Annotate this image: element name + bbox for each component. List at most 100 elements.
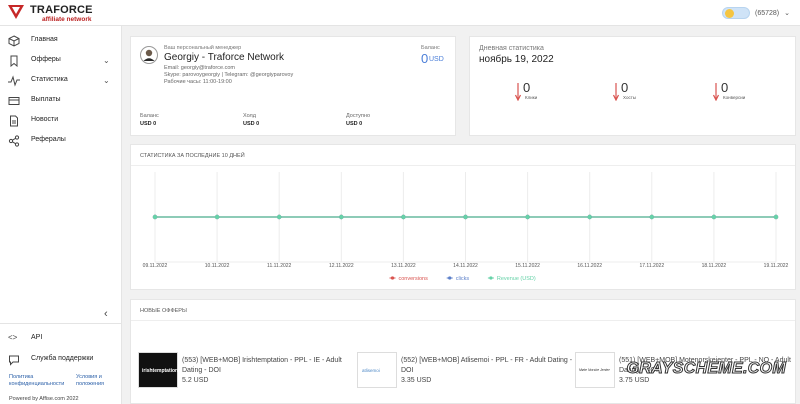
traforce-logo-icon bbox=[8, 5, 24, 19]
data-point bbox=[339, 214, 344, 220]
data-point bbox=[525, 214, 530, 220]
offer-thumbnail: atlisemoi bbox=[357, 352, 397, 388]
user-menu[interactable]: (65728) ⌄ bbox=[721, 6, 790, 20]
offer-name[interactable]: (552) [WEB+MOB] Atlisemoi - PPL - FR - A… bbox=[401, 356, 573, 376]
bookmark-icon bbox=[10, 55, 18, 67]
brand-logo[interactable]: TRAFORCE affiliate network bbox=[6, 2, 102, 24]
offer-price: 5.2 USD bbox=[182, 377, 209, 384]
manager-hours: Рабочие часы: 11:00-19:00 bbox=[164, 79, 232, 85]
chevron-down-icon: ⌄ bbox=[784, 10, 790, 17]
support-label: Служба поддержки bbox=[31, 355, 94, 362]
sidebar-item-label: Офферы bbox=[31, 56, 61, 63]
x-tick-label: 09.11.2022 bbox=[143, 263, 168, 269]
x-tick-label: 10.11.2022 bbox=[205, 263, 230, 269]
privacy-policy-line1: Политика bbox=[9, 374, 34, 380]
privacy-policy-link[interactable]: Политика конфиденциальности bbox=[9, 374, 64, 388]
offer-name[interactable]: (553) [WEB+MOB] Irishtemptation - PPL - … bbox=[182, 356, 354, 376]
chat-icon bbox=[9, 355, 19, 366]
cube-icon bbox=[8, 35, 20, 47]
divider bbox=[131, 320, 795, 321]
data-point bbox=[711, 214, 717, 220]
sidebar-item-offers[interactable]: Офферы ⌄ bbox=[0, 52, 122, 70]
arrow-down-icon bbox=[515, 83, 521, 101]
legend-marker bbox=[390, 276, 395, 280]
stat-available-value: USD 0 bbox=[346, 121, 363, 127]
avatar bbox=[140, 46, 158, 64]
daily-clicks: 0 Клики bbox=[515, 80, 575, 104]
manager-email[interactable]: Email: georgiy@traforce.com bbox=[164, 65, 235, 71]
sidebar-item-news[interactable]: Новости bbox=[0, 112, 122, 130]
sidebar-footer: <> API Служба поддержки bbox=[0, 323, 122, 404]
offer-price: 3.35 USD bbox=[401, 377, 432, 384]
data-point bbox=[277, 214, 282, 220]
offer-thumbnail-text: irishtemptation bbox=[142, 368, 179, 374]
watermark: GRAYSCHEME.COM bbox=[626, 360, 786, 378]
brand-tagline: affiliate network bbox=[42, 16, 92, 23]
daily-conversions: 0 Конверсии bbox=[713, 80, 773, 104]
terms-line2: положения bbox=[76, 381, 105, 387]
data-point bbox=[152, 214, 158, 220]
data-point bbox=[214, 214, 220, 220]
wallet-icon bbox=[8, 97, 20, 105]
chevron-down-icon: ⌄ bbox=[103, 76, 110, 85]
user-id: (65728) bbox=[754, 9, 780, 17]
api-label: API bbox=[31, 334, 43, 341]
sidebar: Главная Офферы ⌄ Статистика ⌄ Выплаты Но… bbox=[0, 26, 122, 404]
sidebar-item-label: Новости bbox=[31, 116, 59, 123]
data-point bbox=[649, 214, 654, 220]
sidebar-item-payouts[interactable]: Выплаты bbox=[0, 92, 122, 110]
x-tick-label: 18.11.2022 bbox=[702, 263, 727, 269]
x-tick-label: 11.11.2022 bbox=[267, 263, 292, 269]
stat-available-label: Доступно bbox=[346, 113, 371, 119]
manager-contacts: Skype: parovoygeorgiy | Telegram: @georg… bbox=[164, 72, 294, 78]
sun-icon bbox=[724, 9, 734, 18]
data-point bbox=[773, 214, 779, 220]
sidebar-item-support[interactable]: Служба поддержки bbox=[0, 351, 122, 369]
privacy-policy-line2: конфиденциальности bbox=[9, 381, 65, 387]
collapse-sidebar-icon[interactable]: ‹ bbox=[104, 308, 108, 320]
daily-clicks-label: Клики bbox=[525, 95, 538, 100]
x-tick-label: 17.11.2022 bbox=[639, 263, 664, 269]
powered-by: Powered by Affise.com 2022 bbox=[9, 396, 79, 402]
offer-thumbnail-text: atlisemoi bbox=[362, 368, 380, 373]
offer-thumbnail: Møte Norske Jenter bbox=[575, 352, 615, 388]
theme-toggle[interactable] bbox=[721, 7, 750, 19]
offers-title: НОВЫЕ ОФФЕРЫ bbox=[140, 308, 187, 314]
daily-date: ноябрь 19, 2022 bbox=[479, 54, 554, 65]
legend-label: Revenue (USD) bbox=[497, 276, 536, 282]
x-tick-label: 16.11.2022 bbox=[577, 263, 602, 269]
offer-card[interactable]: atlisemoi (552) [WEB+MOB] Atlisemoi - PP… bbox=[357, 350, 573, 390]
terms-line1: Условия и bbox=[76, 374, 102, 380]
sidebar-item-api[interactable]: <> API bbox=[0, 330, 122, 348]
terms-link[interactable]: Условия и положения bbox=[76, 374, 104, 388]
daily-title: Дневная статистика bbox=[479, 45, 544, 52]
x-tick-label: 14.11.2022 bbox=[453, 263, 478, 269]
arrow-down-icon bbox=[713, 83, 719, 101]
sidebar-item-label: Статистика bbox=[31, 76, 68, 83]
manager-card: Ваш персональный менеджер Georgiy - Traf… bbox=[130, 36, 456, 136]
daily-hosts-value: 0 bbox=[621, 80, 629, 95]
x-tick-label: 12.11.2022 bbox=[329, 263, 354, 269]
arrow-down-icon bbox=[613, 83, 619, 101]
brand-name: TRAFORCE bbox=[30, 4, 93, 16]
sidebar-item-label: Выплаты bbox=[31, 96, 61, 103]
sidebar-item-home[interactable]: Главная bbox=[0, 32, 122, 50]
stat-balance-value: USD 0 bbox=[140, 121, 157, 127]
manager-caption: Ваш персональный менеджер bbox=[164, 45, 242, 51]
code-icon: <> bbox=[8, 333, 18, 342]
offer-card[interactable]: irishtemptation (553) [WEB+MOB] Irishtem… bbox=[138, 350, 354, 390]
balance-value: 0 bbox=[421, 51, 429, 66]
x-tick-label: 19.11.2022 bbox=[764, 263, 789, 269]
daily-conversions-label: Конверсии bbox=[723, 95, 746, 100]
sidebar-item-label: Рефералы bbox=[31, 136, 66, 143]
data-point bbox=[463, 214, 468, 220]
sidebar-item-statistics[interactable]: Статистика ⌄ bbox=[0, 72, 122, 90]
x-tick-label: 15.11.2022 bbox=[515, 263, 540, 269]
manager-name: Georgiy - Traforce Network bbox=[164, 52, 285, 63]
offer-thumbnail-text: Møte Norske Jenter bbox=[579, 368, 610, 372]
legend-label: clicks bbox=[456, 276, 470, 282]
sidebar-item-referrals[interactable]: Рефералы bbox=[0, 132, 122, 150]
offer-price: 3.75 USD bbox=[619, 377, 650, 384]
stat-balance-label: Баланс bbox=[140, 113, 159, 119]
balance-currency: USD bbox=[429, 56, 444, 63]
